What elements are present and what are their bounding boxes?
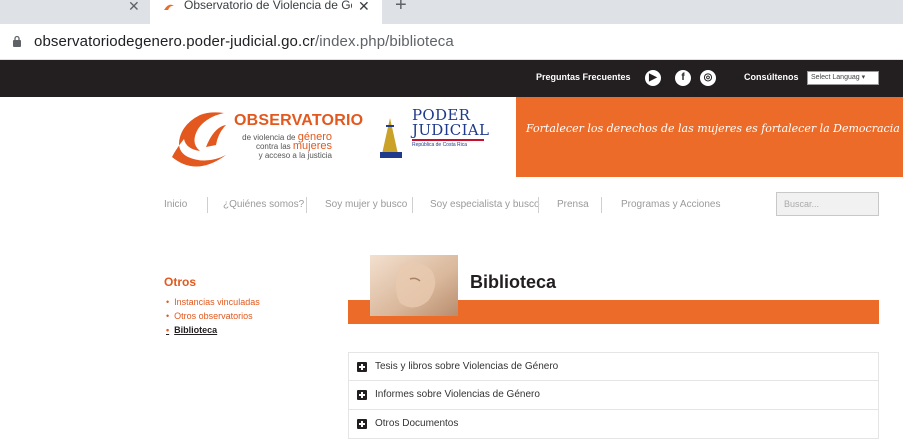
- obs-line3: y acceso a la justicia: [258, 151, 332, 160]
- nav-item-soy-especialista[interactable]: Soy especialista y busco: [430, 199, 540, 210]
- accordion-label[interactable]: Informes sobre Violencias de Género: [375, 389, 540, 400]
- sidebar-list: Instancias vinculadas Otros observatorio…: [166, 295, 260, 337]
- url-host: observatoriodegenero.poder-judicial.go.c…: [34, 33, 315, 50]
- expand-plus-icon[interactable]: [357, 362, 367, 372]
- nav-item-programas[interactable]: Programas y Acciones: [621, 199, 721, 210]
- accordion-item-tesis[interactable]: Tesis y libros sobre Violencias de Géner…: [348, 352, 879, 381]
- poder-judicial-wordmark: PODER JUDICIAL: [412, 108, 489, 138]
- motto-banner: [516, 97, 903, 177]
- address-bar[interactable]: observatoriodegenero.poder-judicial.go.c…: [0, 24, 903, 60]
- sidebar-item-observatorios[interactable]: Otros observatorios: [166, 309, 260, 323]
- site-top-bar: Preguntas Frecuentes ▶ f ◎ Consúltenos S…: [0, 60, 903, 97]
- instagram-icon[interactable]: ◎: [700, 70, 716, 86]
- search-input[interactable]: Buscar...: [776, 192, 879, 216]
- page-title: Biblioteca: [470, 272, 557, 292]
- obs-line2: contra las: [255, 142, 291, 151]
- sidebar-title: Otros: [164, 275, 197, 289]
- nav-item-inicio[interactable]: Inicio: [164, 199, 187, 210]
- observatorio-title: OBSERVATORIO: [234, 112, 364, 129]
- new-tab-icon[interactable]: +: [395, 0, 407, 17]
- language-select[interactable]: Select Languag ▾: [807, 71, 879, 85]
- sidebar-item-biblioteca[interactable]: Biblioteca: [166, 323, 260, 337]
- expand-plus-icon[interactable]: [357, 419, 367, 429]
- accordion-label[interactable]: Otros Documentos: [375, 418, 458, 429]
- tab-close-icon[interactable]: ✕: [358, 0, 370, 15]
- pj-subtitle: República de Costa Rica: [412, 142, 468, 148]
- url-text[interactable]: observatoriodegenero.poder-judicial.go.c…: [34, 33, 454, 50]
- youtube-icon[interactable]: ▶: [645, 70, 661, 86]
- nav-item-prensa[interactable]: Prensa: [557, 199, 589, 210]
- expand-plus-icon[interactable]: [357, 390, 367, 400]
- main-nav: Inicio ¿Quiénes somos? Soy mujer y busco…: [0, 193, 903, 217]
- nav-separator: [207, 197, 208, 213]
- previous-tab-close-icon[interactable]: ✕: [128, 0, 140, 15]
- accordion-label[interactable]: Tesis y libros sobre Violencias de Géner…: [375, 361, 558, 372]
- sidebar-item-instancias[interactable]: Instancias vinculadas: [166, 295, 260, 309]
- facebook-icon[interactable]: f: [675, 70, 691, 86]
- observatorio-subtitle: de violencia de género contra las mujere…: [232, 132, 332, 161]
- browser-tab[interactable]: Observatorio de Violencia de Gé ✕: [150, 0, 382, 24]
- pj-line2: JUDICIAL: [412, 121, 490, 139]
- nav-item-soy-mujer[interactable]: Soy mujer y busco: [325, 199, 407, 210]
- faq-link[interactable]: Preguntas Frecuentes: [536, 72, 631, 82]
- lock-icon: [13, 35, 21, 47]
- nav-separator: [412, 197, 413, 213]
- nav-separator: [538, 197, 539, 213]
- statue-image: [370, 255, 458, 316]
- nav-separator: [306, 197, 307, 213]
- url-path: /index.php/biblioteca: [314, 33, 454, 50]
- motto-text: Fortalecer los derechos de las mujeres e…: [526, 122, 900, 135]
- favicon-icon: [164, 4, 174, 10]
- nav-separator: [601, 197, 602, 213]
- accordion-item-otros[interactable]: Otros Documentos: [348, 410, 879, 439]
- tab-title: Observatorio de Violencia de Gé: [184, 0, 352, 12]
- pj-divider: [412, 139, 484, 141]
- contact-link[interactable]: Consúltenos: [744, 72, 799, 82]
- accordion-item-informes[interactable]: Informes sobre Violencias de Género: [348, 381, 879, 410]
- nav-item-quienes-somos[interactable]: ¿Quiénes somos?: [223, 199, 304, 210]
- language-select-value: Select Languag: [811, 74, 860, 81]
- obs-line1: de violencia de: [242, 133, 296, 142]
- browser-tab-bar: ✕ Observatorio de Violencia de Gé ✕ +: [0, 0, 903, 24]
